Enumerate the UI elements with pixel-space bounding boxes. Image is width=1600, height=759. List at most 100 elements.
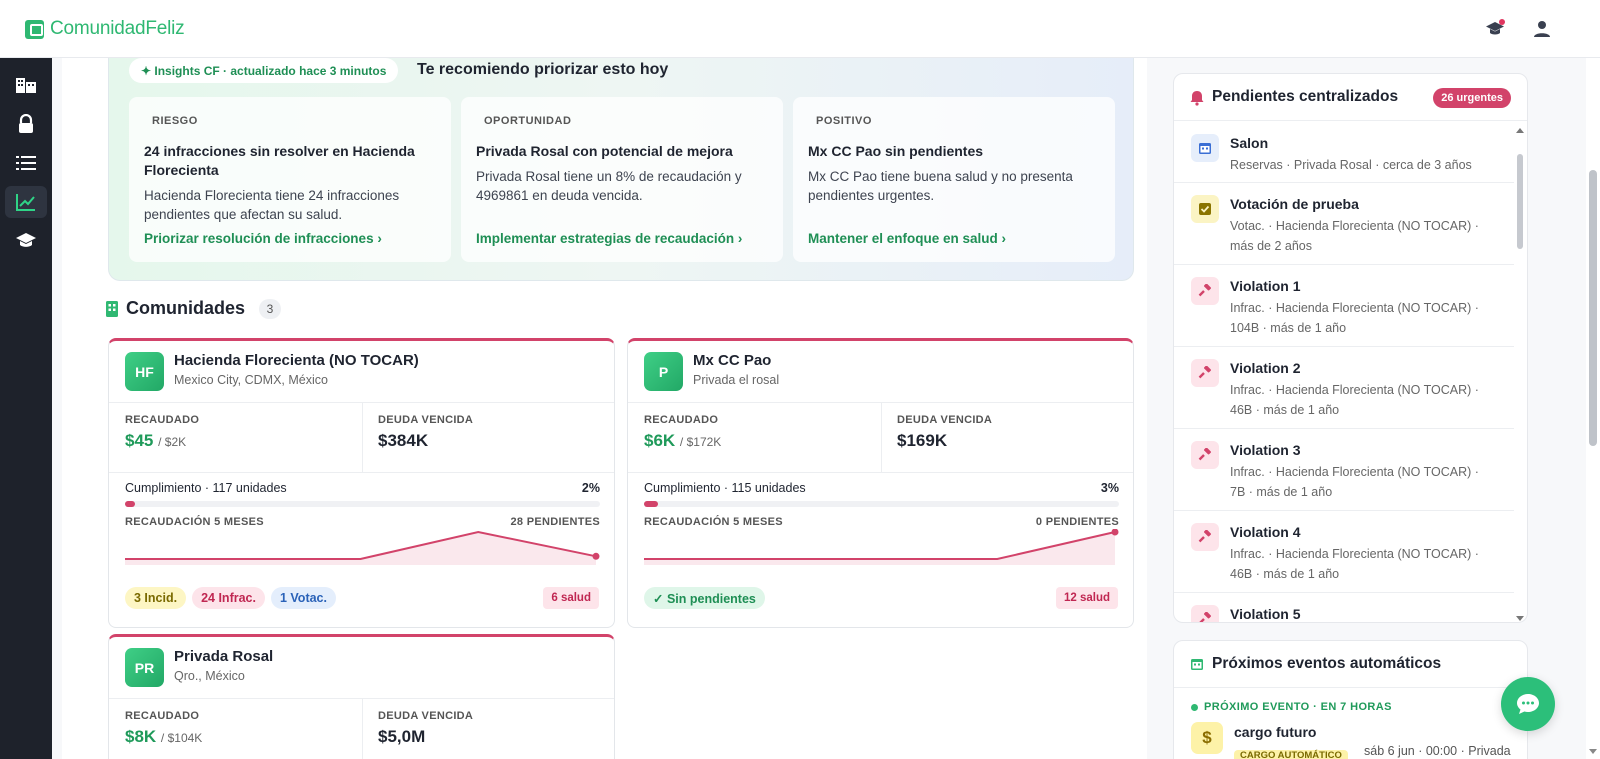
recaudacion-row: RECAUDACIÓN 5 MESES 28 PENDIENTES: [125, 516, 600, 528]
status-dot: [1191, 703, 1198, 711]
deuda-label: DEUDA VENCIDA: [378, 710, 474, 722]
chat-icon: [1517, 694, 1539, 714]
pending-item-sub: Infrac. · Hacienda Florecienta (NO TOCAR…: [1230, 547, 1479, 581]
chips: ✓ Sin pendientes: [644, 587, 765, 609]
checkbox-icon: [1191, 195, 1219, 223]
compliance-bar: [644, 501, 1119, 507]
graduation-cap-icon[interactable]: [5, 224, 47, 256]
pending-item-title: Votación de prueba: [1230, 196, 1359, 212]
deuda-label: DEUDA VENCIDA: [378, 414, 474, 426]
pending-item[interactable]: Violation 5: [1174, 593, 1514, 622]
pending-item[interactable]: Votación de prueba Votac. · Hacienda Flo…: [1174, 183, 1514, 265]
insight-body: Privada Rosal tiene un 8% de recaudación…: [476, 169, 742, 203]
scroll-down-icon[interactable]: [1589, 748, 1597, 755]
community-card[interactable]: PR Privada Rosal Qro., México RECAUDADO …: [108, 634, 615, 759]
window-scroll-thumb[interactable]: [1589, 170, 1597, 446]
votes-chip[interactable]: 1 Votac.: [270, 587, 336, 609]
calendar-icon: [1190, 657, 1204, 676]
scroll-up-icon[interactable]: [1515, 126, 1525, 134]
insight-link[interactable]: Mantener el enfoque en salud ›: [808, 231, 1006, 246]
insights-panel: ✦ Insights CF · actualizado hace 3 minut…: [108, 58, 1134, 281]
compliance-bar: [125, 501, 600, 507]
insight-title: 24 infracciones sin resolver en Hacienda…: [144, 143, 415, 178]
community-name[interactable]: Mx CC Pao: [693, 352, 771, 369]
compliance-bar-fill: [644, 501, 659, 507]
recaudado-label: RECAUDADO: [125, 710, 200, 722]
deuda-value: $384K: [378, 431, 429, 450]
pending-item[interactable]: Salon Reservas · Privada Rosal · cerca d…: [1174, 122, 1514, 183]
lock-icon[interactable]: [5, 108, 47, 140]
pending-item-title: Violation 5: [1230, 606, 1301, 622]
pending-count: 0 PENDIENTES: [1035, 516, 1119, 528]
recaudado-value: $6K / $172K: [644, 431, 722, 450]
event-title[interactable]: cargo futuro: [1234, 724, 1316, 740]
community-card[interactable]: HF Hacienda Florecienta (NO TOCAR) Mexic…: [108, 338, 615, 628]
recaudado-value: $45 / $2K: [125, 431, 187, 450]
insights-pill: ✦ Insights CF · actualizado hace 3 minut…: [129, 58, 399, 83]
pending-scrollbar[interactable]: [1516, 128, 1524, 621]
pending-item-title: Violation 2: [1230, 360, 1301, 376]
pending-item-sub: Infrac. · Hacienda Florecienta (NO TOCAR…: [1230, 383, 1479, 417]
pending-item-sub: Infrac. · Hacienda Florecienta (NO TOCAR…: [1230, 465, 1479, 499]
insight-link[interactable]: Priorizar resolución de infracciones ›: [144, 231, 382, 246]
building-icon: [106, 300, 118, 317]
insight-card-opportunity: OPORTUNIDAD Privada Rosal con potencial …: [461, 97, 783, 262]
compliance-bar-fill: [125, 501, 135, 507]
insight-tag: OPORTUNIDAD: [484, 115, 572, 127]
pending-item[interactable]: Violation 4 Infrac. · Hacienda Florecien…: [1174, 511, 1514, 593]
community-location: Mexico City, CDMX, México: [174, 373, 328, 387]
gavel-icon: [1191, 605, 1219, 622]
community-card[interactable]: P Mx CC Pao Privada el rosal RECAUDADO $…: [627, 338, 1134, 628]
gavel-icon: [1191, 441, 1219, 469]
communities-header: Comunidades 3: [106, 298, 282, 319]
community-name[interactable]: Privada Rosal: [174, 648, 273, 665]
communities-count: 3: [259, 298, 282, 319]
deuda-value: $169K: [897, 431, 948, 450]
deuda-value: $5,0M: [378, 727, 426, 746]
app-logo[interactable]: ComunidadFeliz: [25, 18, 185, 40]
insight-card-positive: POSITIVO Mx CC Pao sin pendientes Mx CC …: [793, 97, 1115, 262]
recaudado-value: $8K / $104K: [125, 727, 203, 746]
pending-item-title: Violation 4: [1230, 524, 1301, 540]
community-name[interactable]: Hacienda Florecienta (NO TOCAR): [174, 352, 419, 369]
compliance-percent: 2%: [581, 481, 600, 495]
pending-item-sub: Reservas · Privada Rosal · cerca de 3 añ…: [1230, 158, 1472, 172]
notification-dot: [1499, 19, 1505, 25]
sidebar: [0, 58, 52, 759]
pending-item[interactable]: Violation 3 Infrac. · Hacienda Florecien…: [1174, 429, 1514, 511]
pending-item-title: Salon: [1230, 135, 1269, 151]
insight-tag: POSITIVO: [816, 115, 872, 127]
sparkline: [125, 530, 600, 565]
building-icon[interactable]: [5, 68, 47, 100]
infractions-chip[interactable]: 24 Infrac.: [192, 587, 265, 609]
deuda-label: DEUDA VENCIDA: [897, 414, 993, 426]
gavel-icon: [1191, 277, 1219, 305]
incidents-chip[interactable]: 3 Incid.: [125, 587, 187, 609]
community-avatar: PR: [125, 648, 164, 687]
pending-item-title: Violation 3: [1230, 442, 1301, 458]
compliance-row: Cumplimiento · 117 unidades 2%: [125, 481, 600, 495]
scroll-thumb[interactable]: [1517, 154, 1523, 249]
chat-button[interactable]: [1501, 677, 1555, 731]
recaudado-label: RECAUDADO: [125, 414, 200, 426]
event-date: sáb 6 jun · 00:00 · Privada: [1364, 744, 1511, 758]
insight-title: Mx CC Pao sin pendientes: [808, 143, 984, 159]
pending-item[interactable]: Violation 2 Infrac. · Hacienda Florecien…: [1174, 347, 1514, 429]
events-title: Próximos eventos automáticos: [1212, 655, 1442, 672]
recaudacion-row: RECAUDACIÓN 5 MESES 0 PENDIENTES: [644, 516, 1119, 528]
scroll-down-icon[interactable]: [1515, 615, 1525, 623]
health-badge: 12 salud: [1055, 587, 1118, 609]
pending-item[interactable]: Violation 1 Infrac. · Hacienda Florecien…: [1174, 265, 1514, 347]
logo-icon: [25, 19, 44, 39]
next-event-label: PRÓXIMO EVENTO · EN 7 HORAS: [1191, 701, 1392, 713]
insight-link[interactable]: Implementar estrategias de recaudación ›: [476, 231, 742, 246]
user-icon[interactable]: [1530, 17, 1554, 41]
window-scrollbar[interactable]: [1586, 0, 1600, 759]
chart-icon[interactable]: [5, 186, 47, 218]
main-content: ✦ Insights CF · actualizado hace 3 minut…: [62, 58, 1147, 759]
gavel-icon: [1191, 359, 1219, 387]
graduation-cap-icon[interactable]: [1483, 17, 1507, 41]
list-icon[interactable]: [5, 147, 47, 179]
community-avatar: P: [644, 352, 683, 391]
pending-panel: Pendientes centralizados 26 urgentes Sal…: [1173, 73, 1528, 623]
